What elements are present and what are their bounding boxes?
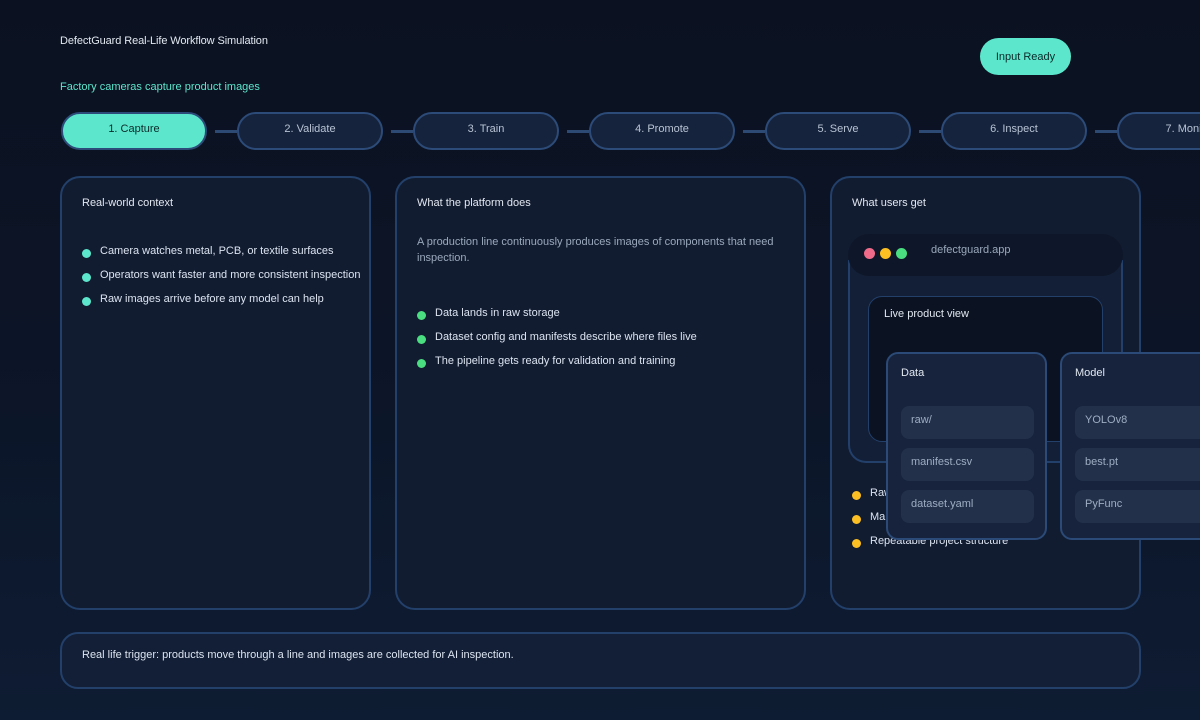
model-card-title: Model (1075, 367, 1105, 379)
data-card-title: Data (901, 367, 925, 379)
maximize-window-icon[interactable] (896, 248, 907, 259)
context-panel-title: Real-world context (82, 197, 174, 209)
model-card: Model YOLOv8 best.pt PyFunc (1060, 352, 1200, 540)
step-connector (743, 130, 765, 133)
workflow-steps: 1. Capture 2. Validate 3. Train 4. Promo… (0, 112, 1200, 154)
model-item-weights[interactable]: best.pt (1075, 448, 1200, 481)
close-window-icon[interactable] (864, 248, 875, 259)
step-validate[interactable]: 2. Validate (237, 112, 383, 150)
bullet-dot (852, 491, 861, 500)
data-item-raw[interactable]: raw/ (901, 406, 1034, 439)
live-view-title: Live product view (884, 308, 969, 320)
footer-trigger-bar: Real life trigger: products move through… (60, 632, 1141, 689)
list-item: Camera watches metal, PCB, or textile su… (82, 245, 362, 269)
bullet-dot (82, 297, 91, 306)
list-item: Operators want faster and more consisten… (82, 269, 362, 293)
status-pill[interactable]: Input Ready (980, 38, 1071, 75)
minimize-window-icon[interactable] (880, 248, 891, 259)
users-panel-title: What users get (852, 197, 926, 209)
list-item-text: Dataset config and manifests describe wh… (435, 331, 697, 343)
step-connector (567, 130, 589, 133)
platform-panel: What the platform does A production line… (395, 176, 806, 610)
bullet-dot (82, 273, 91, 282)
list-item: Raw images arrive before any model can h… (82, 293, 362, 317)
platform-panel-title: What the platform does (417, 197, 531, 209)
list-item-text: The pipeline gets ready for validation a… (435, 355, 676, 367)
browser-url[interactable]: defectguard.app (931, 244, 1011, 256)
step-connector (215, 130, 237, 133)
list-item-text: Data lands in raw storage (435, 307, 560, 319)
step-connector (391, 130, 413, 133)
list-item: Data lands in raw storage (417, 307, 787, 331)
step-connector (919, 130, 941, 133)
bullet-dot (417, 359, 426, 368)
bullet-dot (852, 515, 861, 524)
step-connector (1095, 130, 1117, 133)
context-list: Camera watches metal, PCB, or textile su… (82, 245, 362, 317)
browser-bar: defectguard.app (848, 234, 1123, 276)
bullet-dot (417, 335, 426, 344)
list-item: Dataset config and manifests describe wh… (417, 331, 787, 355)
step-promote[interactable]: 4. Promote (589, 112, 735, 150)
data-item-dataset[interactable]: dataset.yaml (901, 490, 1034, 523)
list-item-text: Operators want faster and more consisten… (100, 269, 361, 281)
footer-text: Real life trigger: products move through… (82, 649, 514, 661)
list-item-text: Raw images arrive before any model can h… (100, 293, 324, 305)
step-train[interactable]: 3. Train (413, 112, 559, 150)
platform-list: Data lands in raw storage Dataset config… (417, 307, 787, 379)
platform-description: A production line continuously produces … (417, 236, 774, 264)
bullet-dot (82, 249, 91, 258)
app-title: DefectGuard Real-Life Workflow Simulatio… (60, 35, 268, 47)
data-item-manifest[interactable]: manifest.csv (901, 448, 1034, 481)
bullet-dot (417, 311, 426, 320)
list-item-text: Camera watches metal, PCB, or textile su… (100, 245, 334, 257)
model-item-pyfunc[interactable]: PyFunc (1075, 490, 1200, 523)
step-serve[interactable]: 5. Serve (765, 112, 911, 150)
model-item-yolo[interactable]: YOLOv8 (1075, 406, 1200, 439)
step-capture[interactable]: 1. Capture (61, 112, 207, 150)
bullet-dot (852, 539, 861, 548)
list-item: The pipeline gets ready for validation a… (417, 355, 787, 379)
stage-caption: Factory cameras capture product images (60, 81, 260, 93)
context-panel: Real-world context Camera watches metal,… (60, 176, 371, 610)
data-card: Data raw/ manifest.csv dataset.yaml (886, 352, 1047, 540)
step-monitor[interactable]: 7. Monitor (1117, 112, 1200, 150)
step-inspect[interactable]: 6. Inspect (941, 112, 1087, 150)
